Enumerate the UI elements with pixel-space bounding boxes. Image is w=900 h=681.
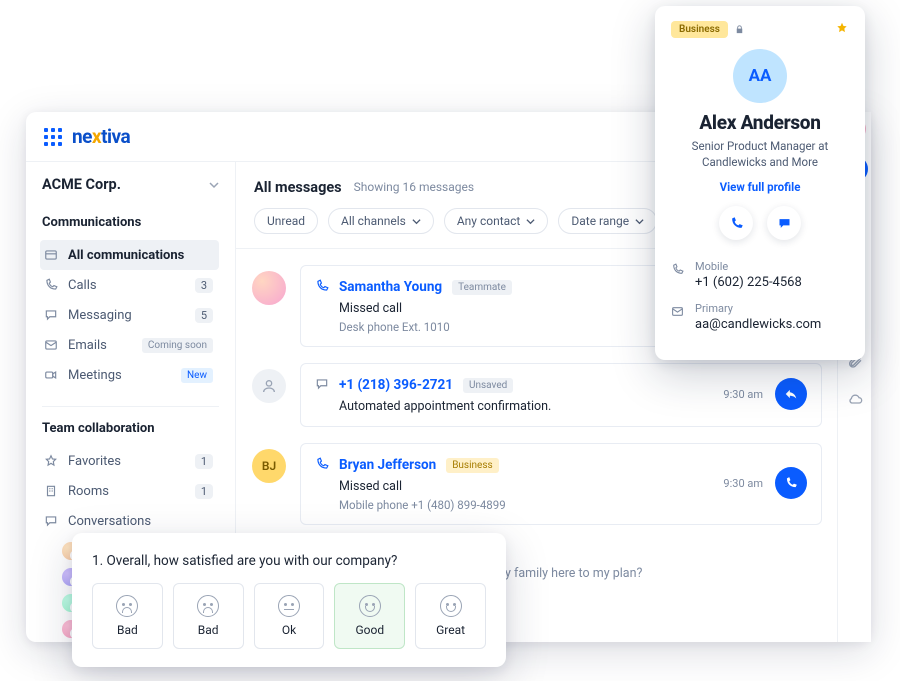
message-row[interactable]: +1 (218) 396-2721 Unsaved Automated appo…	[252, 363, 822, 427]
profile-role: Senior Product Manager at Candlewicks an…	[671, 139, 849, 170]
sidebar-item-messaging[interactable]: Messaging 5	[40, 300, 219, 330]
survey-options: Bad Bad Ok Good Great	[92, 583, 486, 649]
sidebar-item-favorites[interactable]: Favorites 1	[40, 446, 219, 476]
sidebar-item-meetings[interactable]: Meetings New	[40, 360, 219, 390]
sidebar-item-rooms[interactable]: Rooms 1	[40, 476, 219, 506]
sidebar-item-emails[interactable]: Emails Coming soon	[40, 330, 219, 360]
profile-email-value[interactable]: aa@candlewicks.com	[695, 317, 821, 332]
tag: Business	[446, 458, 498, 473]
survey-card: 1. Overall, how satisfied are you with o…	[72, 533, 506, 667]
contact-name[interactable]: +1 (218) 396-2721	[339, 377, 453, 393]
contact-name[interactable]: Samantha Young	[339, 279, 442, 295]
profile-name: Alex Anderson	[671, 111, 849, 134]
profile-mobile-value[interactable]: +1 (602) 225-4568	[695, 275, 802, 290]
phone-icon	[42, 278, 60, 292]
phone-icon	[315, 278, 329, 297]
chat-icon	[42, 514, 60, 528]
avatar: BJ	[252, 449, 286, 483]
section-communications: Communications	[42, 215, 219, 230]
avatar	[252, 271, 286, 305]
pill-badge: Coming soon	[142, 338, 213, 353]
survey-option-bad[interactable]: Bad	[92, 583, 163, 649]
survey-option-ok[interactable]: Ok	[254, 583, 325, 649]
profile-mobile-field: Mobile +1 (602) 225-4568	[671, 260, 849, 290]
message-summary: Automated appointment confirmation.	[339, 399, 723, 414]
section-team: Team collaboration	[42, 421, 219, 436]
rail-cloud-icon[interactable]	[844, 388, 866, 410]
survey-option-great[interactable]: Great	[415, 583, 486, 649]
main-title: All messages	[254, 179, 342, 196]
user-icon	[261, 378, 277, 394]
survey-option-good[interactable]: Good	[334, 583, 405, 649]
avatar	[252, 369, 286, 403]
tag: Unsaved	[463, 378, 513, 393]
sidebar-item-all-communications[interactable]: All communications	[40, 240, 219, 270]
building-icon	[42, 484, 60, 498]
contact-name[interactable]: Bryan Jefferson	[339, 457, 436, 473]
pill-badge: New	[181, 368, 213, 383]
chevron-down-icon	[526, 217, 535, 226]
mail-icon	[671, 303, 689, 322]
chevron-down-icon	[412, 217, 421, 226]
filter-unread[interactable]: Unread	[254, 208, 318, 234]
star-icon	[42, 454, 60, 468]
call-button[interactable]	[775, 467, 807, 499]
count-badge: 5	[195, 308, 213, 323]
app-grid-icon[interactable]	[44, 128, 62, 146]
survey-question: 1. Overall, how satisfied are you with o…	[92, 553, 486, 569]
sidebar-item-conversations[interactable]: Conversations	[40, 506, 219, 536]
profile-avatar: AA	[733, 49, 787, 103]
mail-icon	[42, 338, 60, 352]
tag: Teammate	[452, 280, 512, 295]
inbox-icon	[42, 248, 60, 262]
profile-email-field: Primary aa@candlewicks.com	[671, 302, 849, 332]
count-badge: 1	[195, 454, 213, 469]
timestamp: 9:30 am	[723, 477, 763, 490]
timestamp: 9:30 am	[723, 388, 763, 401]
profile-message-button[interactable]	[767, 206, 801, 240]
chevron-down-icon	[635, 217, 644, 226]
message-summary: Missed call	[339, 479, 723, 494]
video-icon	[42, 368, 60, 382]
message-row[interactable]: BJ Bryan Jefferson Business Missed call …	[252, 443, 822, 525]
filter-contact[interactable]: Any contact	[444, 208, 549, 234]
profile-call-button[interactable]	[719, 206, 753, 240]
profile-card: Business AA Alex Anderson Senior Product…	[655, 6, 865, 360]
message-detail: Mobile phone +1 (480) 899-4899	[339, 498, 723, 512]
star-icon[interactable]	[835, 20, 849, 39]
brand-logo: nextiva	[72, 125, 130, 148]
survey-option-bad2[interactable]: Bad	[173, 583, 244, 649]
filter-channels[interactable]: All channels	[328, 208, 434, 234]
phone-icon	[315, 456, 329, 475]
count-badge: 1	[195, 484, 213, 499]
sidebar-item-calls[interactable]: Calls 3	[40, 270, 219, 300]
chat-icon	[315, 376, 329, 395]
chat-icon	[42, 308, 60, 322]
profile-badge: Business	[671, 21, 728, 38]
main-subtitle: Showing 16 messages	[354, 180, 474, 194]
org-selector[interactable]: ACME Corp.	[42, 176, 219, 193]
filter-date[interactable]: Date range	[558, 208, 657, 234]
chevron-down-icon	[209, 180, 219, 190]
reply-button[interactable]	[775, 378, 807, 410]
count-badge: 3	[195, 278, 213, 293]
lock-icon	[734, 20, 745, 39]
view-profile-link[interactable]: View full profile	[671, 180, 849, 194]
phone-icon	[671, 261, 689, 280]
